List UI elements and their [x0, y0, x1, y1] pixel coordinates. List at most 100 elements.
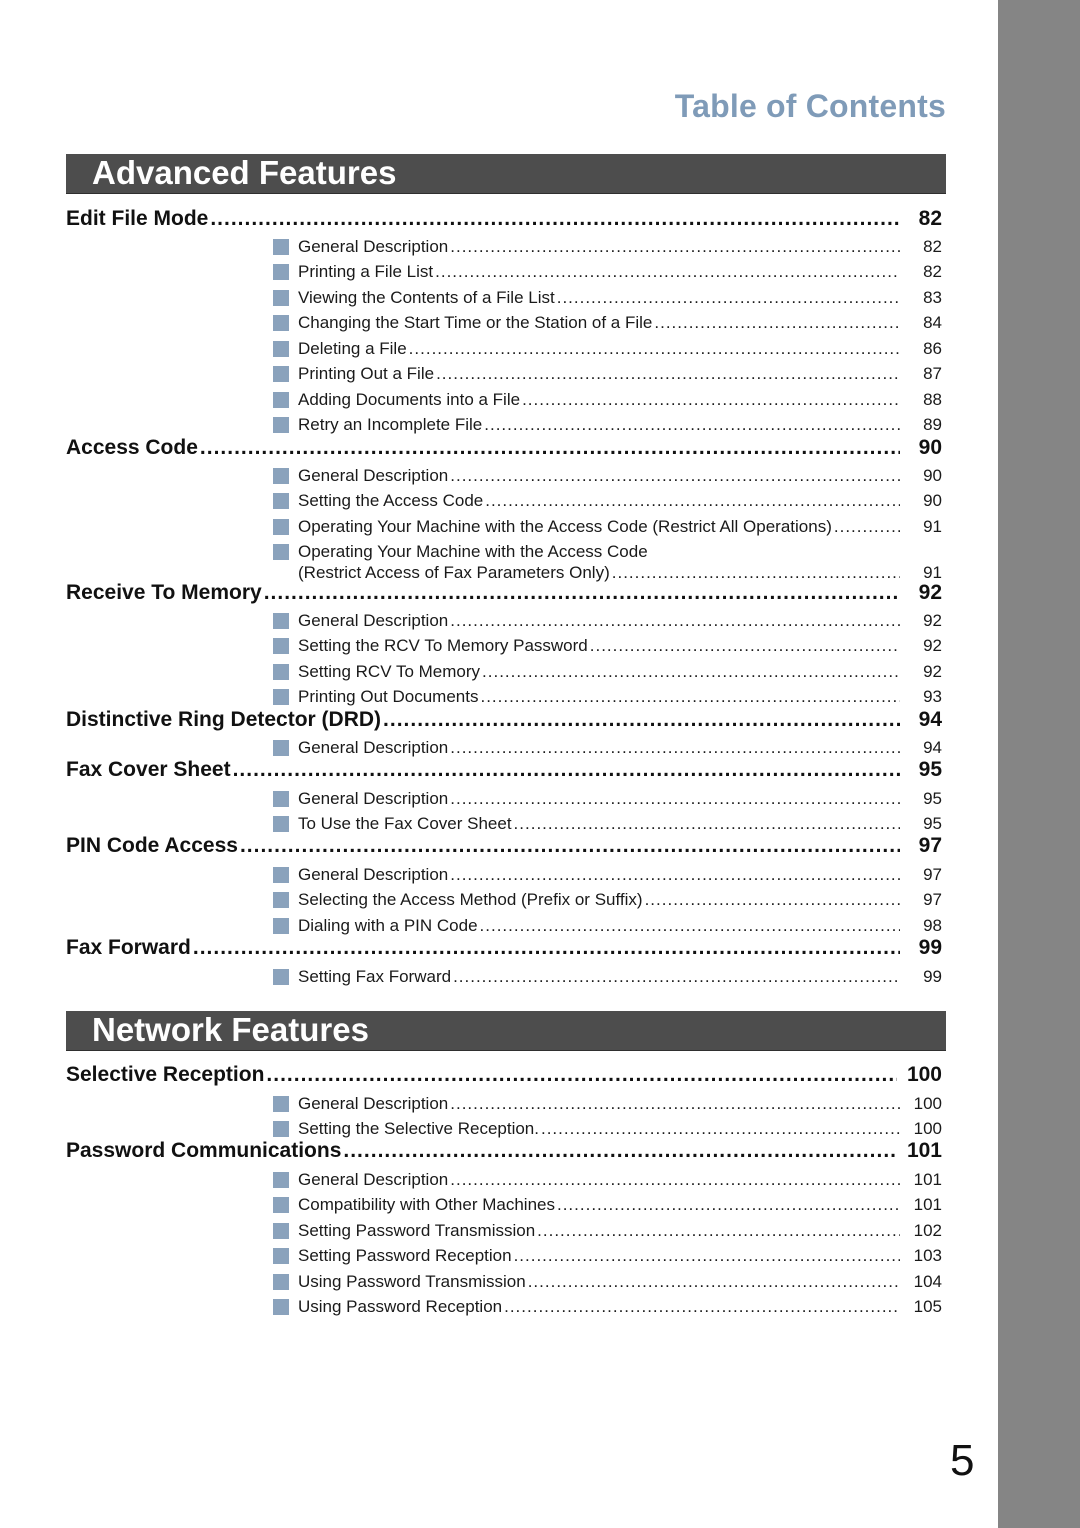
toc-subentry[interactable]: General Description 90 — [273, 466, 942, 488]
toc-entry[interactable]: Access Code 90 — [66, 436, 942, 462]
toc-subentry[interactable]: Setting Fax Forward 99 — [273, 967, 942, 989]
toc-entry[interactable]: Fax Cover Sheet 95 — [66, 758, 942, 784]
square-bullet-icon — [273, 493, 289, 509]
toc-subentry-page: 92 — [923, 611, 942, 630]
toc-subentry-label: Setting Fax Forward — [298, 967, 452, 986]
square-bullet-icon — [273, 341, 289, 357]
toc-entry-page: 100 — [906, 1063, 942, 1086]
toc-subentry-label: Operating Your Machine with the Access C… — [298, 517, 832, 536]
dot-leader — [450, 1094, 900, 1114]
dot-leader — [514, 814, 900, 834]
dot-leader — [233, 758, 900, 782]
toc-subentry-label: Printing Out a File — [298, 364, 435, 383]
toc-subentry[interactable]: Printing Out a File 87 — [273, 364, 942, 386]
square-bullet-icon — [273, 239, 289, 255]
toc-entry-page: 92 — [918, 581, 942, 604]
toc-subentry[interactable]: Selecting the Access Method (Prefix or S… — [273, 890, 942, 912]
toc-subentry[interactable]: General Description 95 — [273, 789, 942, 811]
dot-leader — [200, 436, 900, 460]
square-bullet-icon — [273, 1223, 289, 1239]
square-bullet-icon — [273, 791, 289, 807]
toc-subentry[interactable]: Adding Documents into a File 88 — [273, 390, 942, 412]
toc-subentry[interactable]: Retry an Incomplete File 89 — [273, 415, 942, 437]
toc-subentry-page: 91 — [923, 517, 942, 536]
toc-subentry-label: To Use the Fax Cover Sheet — [298, 814, 512, 833]
dot-leader — [343, 1139, 897, 1163]
toc-subentry-label: Adding Documents into a File — [298, 390, 521, 409]
toc-subentry[interactable]: General Description 94 — [273, 738, 942, 760]
toc-subentry[interactable]: Dialing with a PIN Code 98 — [273, 916, 942, 938]
toc-subentry[interactable]: Setting the Access Code 90 — [273, 491, 942, 513]
square-bullet-icon — [273, 613, 289, 629]
toc-entry-page: 99 — [918, 936, 942, 959]
toc-subentry[interactable]: General Description 92 — [273, 611, 942, 633]
toc-subentry[interactable]: Setting the Selective Reception. 100 — [273, 1119, 942, 1141]
toc-subentry[interactable]: General Description 97 — [273, 865, 942, 887]
toc-entry-label: Access Code — [66, 436, 198, 459]
toc-subentry-page: 105 — [913, 1297, 942, 1316]
toc-subentry[interactable]: Setting RCV To Memory 92 — [273, 662, 942, 684]
toc-entry-page: 94 — [918, 708, 942, 731]
toc-subentry-label: General Description — [298, 1170, 449, 1189]
toc-subentry[interactable]: Changing the Start Time or the Station o… — [273, 313, 942, 335]
toc-subentry-label: Printing Out Documents — [298, 687, 479, 706]
toc-subentry-page: 95 — [923, 814, 942, 833]
dot-leader — [834, 517, 900, 537]
toc-entry-label: Receive To Memory — [66, 581, 262, 604]
toc-entry[interactable]: Selective Reception 100 — [66, 1063, 942, 1089]
toc-subentry-page: 98 — [923, 916, 942, 935]
toc-subentry[interactable]: General Description 82 — [273, 237, 942, 259]
square-bullet-icon — [273, 638, 289, 654]
toc-subentry-page: 92 — [923, 662, 942, 681]
square-bullet-icon — [273, 392, 289, 408]
toc-subentry[interactable]: Viewing the Contents of a File List 83 — [273, 288, 942, 310]
toc-subentry[interactable]: Printing Out Documents 93 — [273, 687, 942, 709]
toc-subentry[interactable]: Using Password Transmission 104 — [273, 1272, 942, 1294]
toc-subentry-label: Changing the Start Time or the Station o… — [298, 313, 653, 332]
toc-subentry-label: Dialing with a PIN Code — [298, 916, 478, 935]
toc-subentry-label: General Description — [298, 611, 449, 630]
toc-subentry[interactable]: Compatibility with Other Machines 101 — [273, 1195, 942, 1217]
section-header: Advanced Features — [66, 154, 946, 194]
toc-subentry-label: Viewing the Contents of a File List — [298, 288, 555, 307]
toc-subentry-label-line1[interactable]: Operating Your Machine with the Access C… — [298, 542, 648, 562]
dot-leader — [450, 789, 900, 809]
toc-entry[interactable]: Edit File Mode 82 — [66, 207, 942, 233]
toc-subentry[interactable]: Operating Your Machine with the Access C… — [273, 517, 942, 539]
toc-subentry[interactable]: Using Password Reception 105 — [273, 1297, 942, 1319]
toc-subentry-page: 90 — [923, 491, 942, 510]
toc-entry[interactable]: Fax Forward 99 — [66, 936, 942, 962]
toc-subentry-page: 94 — [923, 738, 942, 757]
square-bullet-icon — [273, 544, 289, 560]
dot-leader — [482, 662, 900, 682]
toc-subentry-page: 87 — [923, 364, 942, 383]
square-bullet-icon — [273, 1172, 289, 1188]
toc-subentry[interactable]: General Description 101 — [273, 1170, 942, 1192]
toc-subentry[interactable]: General Description 100 — [273, 1094, 942, 1116]
toc-subentry-page: 99 — [923, 967, 942, 986]
toc-entry-page: 90 — [918, 436, 942, 459]
square-bullet-icon — [273, 1299, 289, 1315]
toc-entry[interactable]: Receive To Memory 92 — [66, 581, 942, 607]
dot-leader — [514, 1246, 900, 1266]
toc-subentry-page: 100 — [913, 1119, 942, 1138]
toc-entry[interactable]: PIN Code Access 97 — [66, 834, 942, 860]
dot-leader — [453, 967, 900, 987]
toc-entry[interactable]: Password Communications 101 — [66, 1139, 942, 1165]
toc-entry-label: Distinctive Ring Detector (DRD) — [66, 708, 382, 731]
dot-leader — [450, 237, 900, 257]
toc-subentry[interactable]: Setting the RCV To Memory Password 92 — [273, 636, 942, 658]
toc-subentry[interactable]: Setting Password Transmission 102 — [273, 1221, 942, 1243]
toc-subentry[interactable]: Setting Password Reception 103 — [273, 1246, 942, 1268]
toc-subentry[interactable]: To Use the Fax Cover Sheet 95 — [273, 814, 942, 836]
toc-subentry[interactable]: Deleting a File 86 — [273, 339, 942, 361]
toc-entry[interactable]: Distinctive Ring Detector (DRD) 94 — [66, 708, 942, 734]
toc-subentry-label: Using Password Transmission — [298, 1272, 526, 1291]
toc-subentry[interactable]: Printing a File List 82 — [273, 262, 942, 284]
toc-entry-page: 97 — [918, 834, 942, 857]
square-bullet-icon — [273, 366, 289, 382]
square-bullet-icon — [273, 290, 289, 306]
square-bullet-icon — [273, 689, 289, 705]
square-bullet-icon — [273, 519, 289, 535]
square-bullet-icon — [273, 468, 289, 484]
